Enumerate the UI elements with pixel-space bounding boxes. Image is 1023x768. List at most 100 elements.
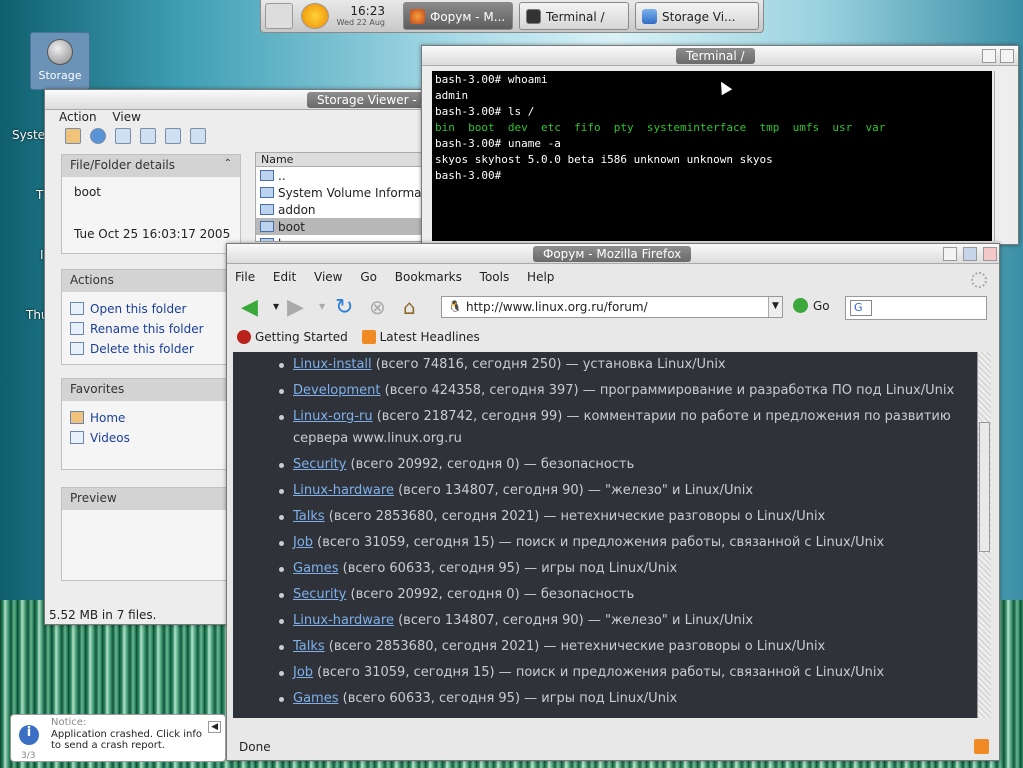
favorites-header[interactable]: Favorites: [62, 379, 240, 401]
image-view-icon[interactable]: [140, 128, 156, 144]
desktop-label-i[interactable]: I: [40, 248, 44, 262]
search-box[interactable]: G: [845, 296, 987, 320]
home-icon[interactable]: [65, 128, 81, 144]
details-panel: File/Folder details ⌃ boot Tue Oct 25 16…: [61, 154, 241, 254]
task-terminal[interactable]: Terminal /: [519, 2, 629, 30]
actions-header[interactable]: Actions: [62, 270, 240, 292]
forum-description: (всего 74816, сегодня 250) — установка L…: [371, 357, 726, 372]
terminal-output[interactable]: bash-3.00# whoami admin bash-3.00# ls / bin…: [432, 71, 992, 241]
file-row[interactable]: System Volume Informat: [256, 184, 424, 201]
weather-sun-icon[interactable]: [301, 3, 329, 29]
storage-viewer-titlebar[interactable]: Storage Viewer - /: [45, 90, 435, 110]
menu-go[interactable]: Go: [360, 270, 377, 284]
menu-action[interactable]: Action: [59, 110, 97, 124]
collapse-icon[interactable]: ⌃: [224, 158, 232, 169]
rss-feed-icon[interactable]: [974, 739, 989, 754]
up-arrow-icon[interactable]: [90, 128, 106, 144]
stop-icon[interactable]: ⊗: [369, 295, 393, 319]
delete-folder-link[interactable]: Delete this folder: [70, 342, 232, 356]
home-icon[interactable]: ⌂: [403, 295, 427, 319]
details-panel-header[interactable]: File/Folder details ⌃: [62, 155, 240, 177]
forum-link[interactable]: Development: [293, 383, 381, 398]
desktop-storage-icon[interactable]: Storage: [30, 32, 90, 90]
forward-arrow-icon[interactable]: ▶: [287, 295, 311, 320]
menu-view[interactable]: View: [112, 110, 140, 124]
bookmark-latest-headlines[interactable]: Latest Headlines: [361, 330, 480, 344]
forward-dropdown-icon[interactable]: ▼: [319, 302, 325, 311]
menu-file[interactable]: File: [235, 270, 255, 284]
maximize-button[interactable]: [963, 247, 977, 261]
minimize-button[interactable]: [982, 49, 996, 63]
forum-link[interactable]: Job: [293, 665, 313, 680]
preview-header[interactable]: Preview: [62, 488, 240, 510]
maximize-button[interactable]: [1000, 49, 1014, 63]
terminal-line: bash-3.00# whoami: [435, 73, 548, 86]
bookmark-getting-started[interactable]: Getting Started: [237, 330, 348, 344]
menu-help[interactable]: Help: [527, 270, 554, 284]
crash-notice[interactable]: i Notice: Application crashed. Click inf…: [10, 714, 226, 762]
reload-icon[interactable]: ↻: [335, 295, 359, 320]
site-favicon-icon: 🐧: [448, 300, 462, 313]
file-row-selected[interactable]: boot: [256, 218, 424, 235]
firefox-title: Форум - Mozilla Firefox: [533, 246, 692, 262]
back-dropdown-icon[interactable]: ▼: [273, 302, 279, 311]
url-dropdown-icon[interactable]: ▼: [768, 297, 782, 317]
minimize-button[interactable]: [943, 247, 957, 261]
file-list: Name .. System Volume Informat addon boo…: [255, 152, 425, 242]
columns-view-icon[interactable]: [115, 128, 131, 144]
file-row[interactable]: ..: [256, 167, 424, 184]
page-scrollbar[interactable]: [977, 352, 991, 718]
details-header-label: File/Folder details: [70, 158, 175, 172]
url-bar[interactable]: 🐧 http://www.linux.org.ru/forum/ ▼: [441, 296, 783, 318]
scrollbar-thumb[interactable]: [979, 422, 990, 552]
desktop-label-system[interactable]: Syste: [12, 128, 45, 142]
firefox-titlebar[interactable]: Форум - Mozilla Firefox: [227, 244, 999, 264]
bookmark-label: Getting Started: [255, 330, 348, 344]
terminal-titlebar[interactable]: Terminal /: [422, 46, 1018, 66]
forum-link[interactable]: Security: [293, 457, 346, 472]
close-button[interactable]: [983, 247, 997, 261]
desktop-label-t[interactable]: T: [36, 188, 43, 202]
forum-link[interactable]: Talks: [293, 509, 325, 524]
forum-link[interactable]: Linux-hardware: [293, 483, 394, 498]
terminal-scrollbar[interactable]: [994, 71, 1008, 241]
notice-prev-icon[interactable]: ◀: [208, 721, 221, 733]
terminal-window: Terminal / bash-3.00# whoami admin bash-3.…: [421, 45, 1019, 245]
clock[interactable]: 16:23 Wed 22 Aug: [333, 4, 385, 27]
back-arrow-icon[interactable]: ◀: [241, 295, 265, 320]
forum-link[interactable]: Job: [293, 535, 313, 550]
desktop-storage-label: Storage: [38, 69, 82, 82]
gear-menu-icon[interactable]: [265, 3, 293, 29]
favorite-home[interactable]: Home: [70, 411, 232, 425]
list-view-icon[interactable]: [165, 128, 181, 144]
column-name-header[interactable]: Name: [256, 153, 424, 167]
forum-link[interactable]: Games: [293, 691, 338, 706]
forum-link[interactable]: Linux-install: [293, 357, 372, 372]
rename-folder-link[interactable]: Rename this folder: [70, 322, 232, 336]
favorite-videos[interactable]: Videos: [70, 431, 232, 445]
task-storage-viewer[interactable]: Storage Vi...: [635, 2, 759, 30]
forum-link[interactable]: Linux-hardware: [293, 613, 394, 628]
search-engine-icon[interactable]: G: [850, 300, 872, 316]
forum-item: Linux-hardware (всего 134807, сегодня 90…: [269, 610, 977, 632]
page-content: Linux-install (всего 74816, сегодня 250)…: [233, 352, 977, 718]
menu-edit[interactable]: Edit: [273, 270, 296, 284]
menu-bookmarks[interactable]: Bookmarks: [395, 270, 462, 284]
task-firefox[interactable]: Форум - М...: [403, 2, 513, 30]
open-folder-link[interactable]: Open this folder: [70, 302, 232, 316]
file-row[interactable]: b: [256, 235, 424, 241]
forum-link[interactable]: Security: [293, 587, 346, 602]
menu-tools[interactable]: Tools: [480, 270, 510, 284]
menu-view[interactable]: View: [314, 270, 342, 284]
forum-link[interactable]: Talks: [293, 639, 325, 654]
forum-description: (всего 60633, сегодня 95) — игры под Lin…: [338, 691, 678, 706]
info-icon[interactable]: i: [19, 725, 39, 745]
file-row[interactable]: addon: [256, 201, 424, 218]
terminal-line: bash-3.00# uname -a: [435, 137, 561, 150]
go-button[interactable]: Go: [793, 298, 830, 313]
forum-link[interactable]: Games: [293, 561, 338, 576]
forum-item: Job (всего 31059, сегодня 15) — поиск и …: [269, 662, 977, 684]
forum-link[interactable]: Linux-org-ru: [293, 409, 373, 424]
forum-description: (всего 134807, сегодня 90) — "железо" и …: [393, 483, 754, 498]
search-icon[interactable]: [190, 128, 206, 144]
